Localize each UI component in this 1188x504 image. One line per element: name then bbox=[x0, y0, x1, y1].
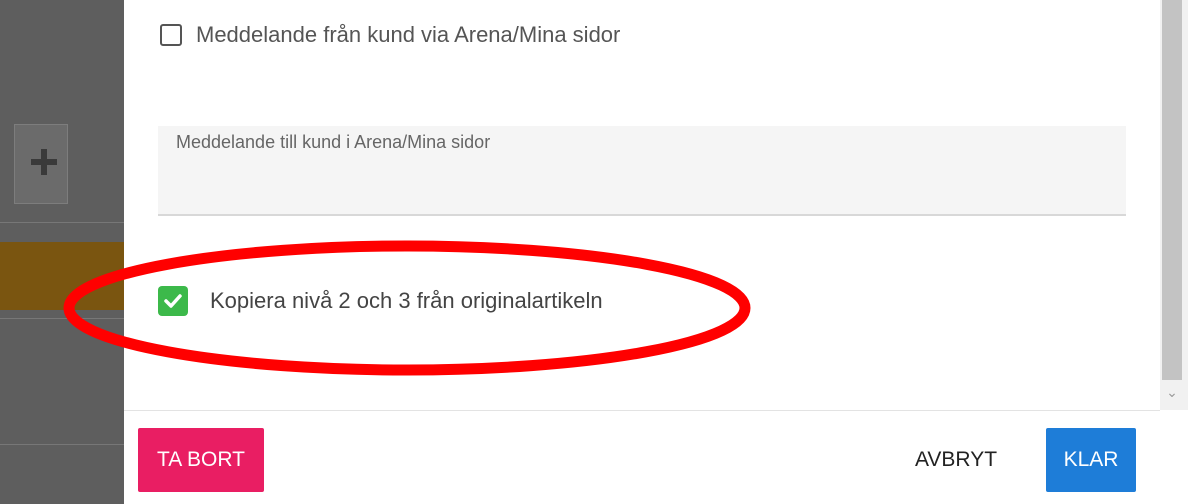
copy-levels-checkbox[interactable] bbox=[158, 286, 188, 316]
highlighted-row bbox=[0, 242, 124, 310]
add-button[interactable] bbox=[14, 124, 68, 204]
copy-levels-label: Kopiera nivå 2 och 3 från originalartike… bbox=[210, 288, 603, 313]
chevron-down-icon[interactable]: ⌄ bbox=[1164, 384, 1180, 400]
message-to-customer-field[interactable]: Meddelande till kund i Arena/Mina sidor bbox=[158, 126, 1126, 216]
message-to-customer-placeholder: Meddelande till kund i Arena/Mina sidor bbox=[176, 132, 491, 152]
background-overlay bbox=[0, 0, 124, 504]
footer-divider bbox=[124, 410, 1160, 411]
scrollbar[interactable]: ⌄ bbox=[1160, 0, 1188, 410]
customer-message-checkbox-row[interactable]: Meddelande från kund via Arena/Mina sido… bbox=[160, 22, 620, 48]
check-icon bbox=[164, 294, 182, 308]
cancel-button[interactable]: AVBRYT bbox=[892, 428, 1020, 492]
copy-levels-checkbox-row[interactable]: Kopiera nivå 2 och 3 från originalartike… bbox=[158, 286, 603, 316]
customer-message-checkbox[interactable] bbox=[160, 24, 182, 46]
divider bbox=[0, 318, 124, 319]
customer-message-label: Meddelande från kund via Arena/Mina sido… bbox=[196, 22, 621, 47]
scrollbar-thumb[interactable] bbox=[1162, 0, 1182, 380]
divider bbox=[0, 444, 124, 445]
delete-button[interactable]: TA BORT bbox=[138, 428, 264, 492]
plus-icon bbox=[29, 147, 59, 177]
divider bbox=[0, 222, 124, 223]
done-button[interactable]: KLAR bbox=[1046, 428, 1136, 492]
